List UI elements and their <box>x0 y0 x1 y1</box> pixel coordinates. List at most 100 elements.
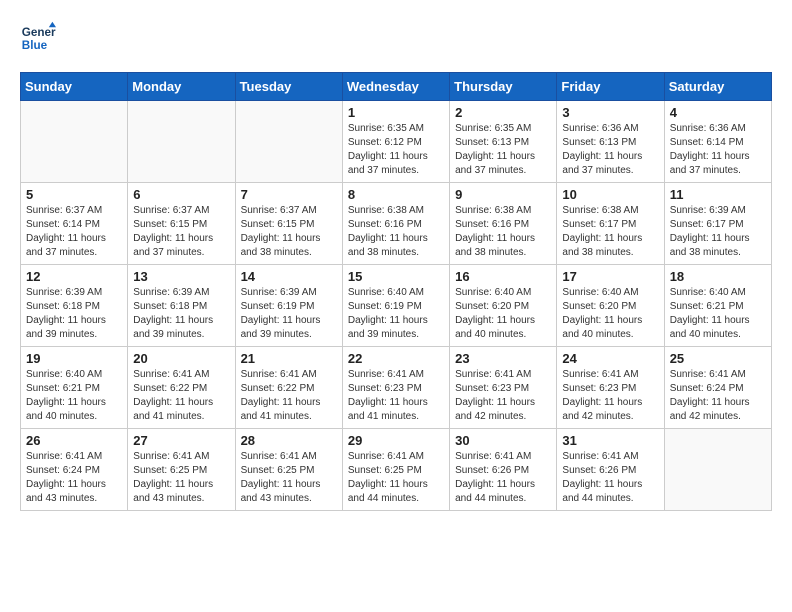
week-row-4: 19Sunrise: 6:40 AM Sunset: 6:21 PM Dayli… <box>21 347 772 429</box>
day-number: 15 <box>348 269 444 284</box>
day-info: Sunrise: 6:41 AM Sunset: 6:24 PM Dayligh… <box>670 368 766 424</box>
day-cell: 26Sunrise: 6:41 AM Sunset: 6:24 PM Dayli… <box>21 429 128 511</box>
day-info: Sunrise: 6:39 AM Sunset: 6:17 PM Dayligh… <box>670 204 766 260</box>
logo: General Blue <box>20 20 60 56</box>
day-number: 8 <box>348 187 444 202</box>
day-number: 21 <box>241 351 337 366</box>
day-number: 17 <box>562 269 658 284</box>
svg-text:General: General <box>22 26 56 39</box>
weekday-header-tuesday: Tuesday <box>235 73 342 101</box>
day-number: 9 <box>455 187 551 202</box>
day-number: 6 <box>133 187 229 202</box>
day-number: 1 <box>348 105 444 120</box>
day-info: Sunrise: 6:36 AM Sunset: 6:14 PM Dayligh… <box>670 122 766 178</box>
day-cell <box>21 101 128 183</box>
day-info: Sunrise: 6:40 AM Sunset: 6:21 PM Dayligh… <box>26 368 122 424</box>
day-number: 11 <box>670 187 766 202</box>
day-cell: 10 Sunrise: 6:38 AM Sunset: 6:17 PM Dayli… <box>557 183 664 265</box>
day-cell: 15Sunrise: 6:40 AM Sunset: 6:19 PM Dayli… <box>342 265 449 347</box>
day-info: Sunrise: 6:40 AM Sunset: 6:20 PM Dayligh… <box>562 286 658 342</box>
day-info: Sunrise: 6:37 AM Sunset: 6:14 PM Dayligh… <box>26 204 122 260</box>
day-info: Sunrise: 6:39 AM Sunset: 6:19 PM Dayligh… <box>241 286 337 342</box>
day-cell: 9 Sunrise: 6:38 AM Sunset: 6:16 PM Daylig… <box>450 183 557 265</box>
weekday-header-monday: Monday <box>128 73 235 101</box>
day-info: Sunrise: 6:40 AM Sunset: 6:21 PM Dayligh… <box>670 286 766 342</box>
calendar-table: SundayMondayTuesdayWednesdayThursdayFrid… <box>20 72 772 511</box>
day-cell: 8 Sunrise: 6:38 AM Sunset: 6:16 PM Daylig… <box>342 183 449 265</box>
day-info: Sunrise: 6:37 AM Sunset: 6:15 PM Dayligh… <box>241 204 337 260</box>
day-cell: 13Sunrise: 6:39 AM Sunset: 6:18 PM Dayli… <box>128 265 235 347</box>
day-cell: 22 Sunrise: 6:41 AM Sunset: 6:23 PM Dayli… <box>342 347 449 429</box>
day-number: 31 <box>562 433 658 448</box>
day-cell: 31Sunrise: 6:41 AM Sunset: 6:26 PM Dayli… <box>557 429 664 511</box>
day-cell: 28 Sunrise: 6:41 AM Sunset: 6:25 PM Dayli… <box>235 429 342 511</box>
logo-icon: General Blue <box>20 20 56 56</box>
day-cell: 6 Sunrise: 6:37 AM Sunset: 6:15 PM Daylig… <box>128 183 235 265</box>
day-number: 7 <box>241 187 337 202</box>
day-cell: 16 Sunrise: 6:40 AM Sunset: 6:20 PM Dayli… <box>450 265 557 347</box>
day-info: Sunrise: 6:41 AM Sunset: 6:25 PM Dayligh… <box>241 450 337 506</box>
day-info: Sunrise: 6:41 AM Sunset: 6:22 PM Dayligh… <box>241 368 337 424</box>
day-number: 18 <box>670 269 766 284</box>
day-number: 23 <box>455 351 551 366</box>
day-info: Sunrise: 6:41 AM Sunset: 6:23 PM Dayligh… <box>348 368 444 424</box>
day-info: Sunrise: 6:38 AM Sunset: 6:16 PM Dayligh… <box>348 204 444 260</box>
day-number: 27 <box>133 433 229 448</box>
day-number: 25 <box>670 351 766 366</box>
day-number: 20 <box>133 351 229 366</box>
day-cell: 14 Sunrise: 6:39 AM Sunset: 6:19 PM Dayli… <box>235 265 342 347</box>
day-number: 14 <box>241 269 337 284</box>
day-cell: 12 Sunrise: 6:39 AM Sunset: 6:18 PM Dayli… <box>21 265 128 347</box>
day-cell <box>128 101 235 183</box>
day-info: Sunrise: 6:41 AM Sunset: 6:23 PM Dayligh… <box>455 368 551 424</box>
day-number: 16 <box>455 269 551 284</box>
day-number: 24 <box>562 351 658 366</box>
day-cell <box>664 429 771 511</box>
day-number: 2 <box>455 105 551 120</box>
day-info: Sunrise: 6:40 AM Sunset: 6:20 PM Dayligh… <box>455 286 551 342</box>
day-info: Sunrise: 6:38 AM Sunset: 6:16 PM Dayligh… <box>455 204 551 260</box>
day-cell: 3 Sunrise: 6:36 AM Sunset: 6:13 PM Daylig… <box>557 101 664 183</box>
day-number: 13 <box>133 269 229 284</box>
header: General Blue <box>20 20 772 56</box>
day-cell: 20 Sunrise: 6:41 AM Sunset: 6:22 PM Dayli… <box>128 347 235 429</box>
day-cell: 11 Sunrise: 6:39 AM Sunset: 6:17 PM Dayli… <box>664 183 771 265</box>
day-number: 22 <box>348 351 444 366</box>
day-cell: 30Sunrise: 6:41 AM Sunset: 6:26 PM Dayli… <box>450 429 557 511</box>
day-cell: 25 Sunrise: 6:41 AM Sunset: 6:24 PM Dayli… <box>664 347 771 429</box>
day-number: 30 <box>455 433 551 448</box>
day-cell: 19Sunrise: 6:40 AM Sunset: 6:21 PM Dayli… <box>21 347 128 429</box>
svg-text:Blue: Blue <box>22 39 48 52</box>
weekday-header-saturday: Saturday <box>664 73 771 101</box>
weekday-header-row: SundayMondayTuesdayWednesdayThursdayFrid… <box>21 73 772 101</box>
week-row-5: 26Sunrise: 6:41 AM Sunset: 6:24 PM Dayli… <box>21 429 772 511</box>
weekday-header-sunday: Sunday <box>21 73 128 101</box>
day-cell: 18 Sunrise: 6:40 AM Sunset: 6:21 PM Dayli… <box>664 265 771 347</box>
day-info: Sunrise: 6:36 AM Sunset: 6:13 PM Dayligh… <box>562 122 658 178</box>
day-info: Sunrise: 6:39 AM Sunset: 6:18 PM Dayligh… <box>26 286 122 342</box>
calendar-page: General Blue SundayMondayTuesdayWednesda… <box>0 0 792 521</box>
day-number: 3 <box>562 105 658 120</box>
day-cell: 1 Sunrise: 6:35 AM Sunset: 6:12 PM Daylig… <box>342 101 449 183</box>
day-number: 26 <box>26 433 122 448</box>
day-cell: 4 Sunrise: 6:36 AM Sunset: 6:14 PM Daylig… <box>664 101 771 183</box>
day-info: Sunrise: 6:41 AM Sunset: 6:23 PM Dayligh… <box>562 368 658 424</box>
day-number: 5 <box>26 187 122 202</box>
day-cell: 23 Sunrise: 6:41 AM Sunset: 6:23 PM Dayli… <box>450 347 557 429</box>
day-cell: 5 Sunrise: 6:37 AM Sunset: 6:14 PM Daylig… <box>21 183 128 265</box>
week-row-2: 5 Sunrise: 6:37 AM Sunset: 6:14 PM Daylig… <box>21 183 772 265</box>
week-row-3: 12 Sunrise: 6:39 AM Sunset: 6:18 PM Dayli… <box>21 265 772 347</box>
day-number: 12 <box>26 269 122 284</box>
day-info: Sunrise: 6:35 AM Sunset: 6:12 PM Dayligh… <box>348 122 444 178</box>
day-number: 28 <box>241 433 337 448</box>
day-info: Sunrise: 6:41 AM Sunset: 6:25 PM Dayligh… <box>348 450 444 506</box>
day-number: 4 <box>670 105 766 120</box>
day-number: 10 <box>562 187 658 202</box>
day-info: Sunrise: 6:41 AM Sunset: 6:22 PM Dayligh… <box>133 368 229 424</box>
day-cell: 27Sunrise: 6:41 AM Sunset: 6:25 PM Dayli… <box>128 429 235 511</box>
day-info: Sunrise: 6:38 AM Sunset: 6:17 PM Dayligh… <box>562 204 658 260</box>
weekday-header-friday: Friday <box>557 73 664 101</box>
weekday-header-wednesday: Wednesday <box>342 73 449 101</box>
day-cell: 29Sunrise: 6:41 AM Sunset: 6:25 PM Dayli… <box>342 429 449 511</box>
day-info: Sunrise: 6:37 AM Sunset: 6:15 PM Dayligh… <box>133 204 229 260</box>
